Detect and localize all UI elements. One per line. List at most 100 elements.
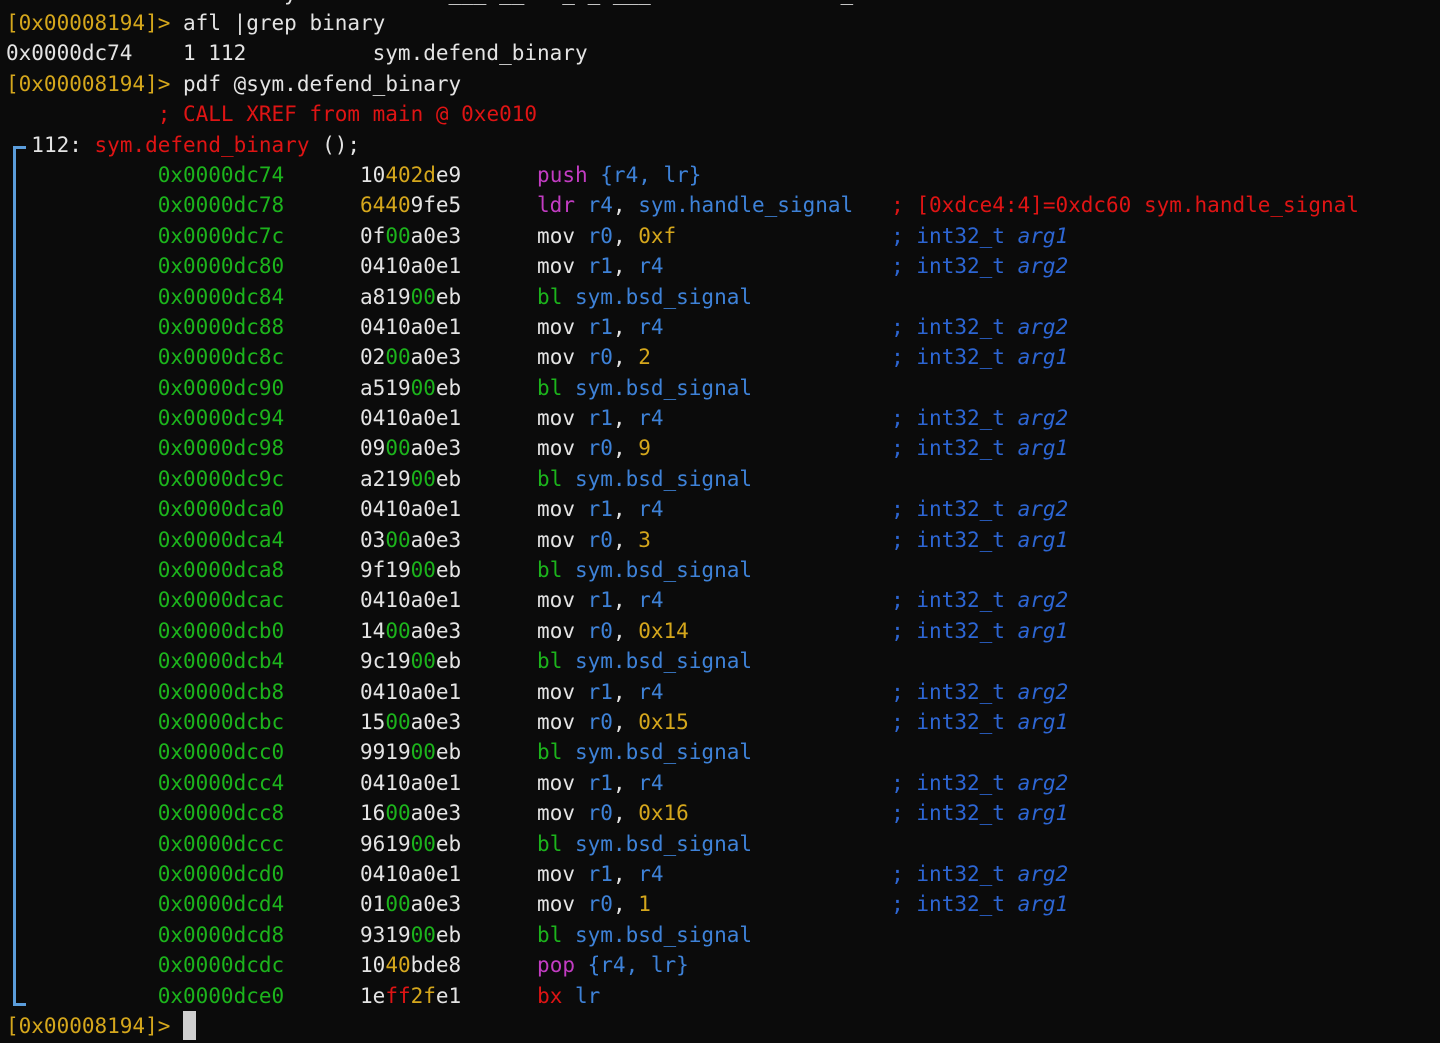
comment-arg: arg1	[1018, 619, 1069, 643]
register: r4	[638, 497, 663, 521]
pointer-comment: ; [0xdce4:4]=0xdc60 sym.handle_signal	[891, 193, 1359, 217]
command: afl |grep binary	[183, 11, 385, 35]
disasm-row: 0x0000dc78 64409fe5 ldr r4, sym.handle_s…	[6, 190, 1440, 220]
comment: ; int32_t	[891, 771, 1005, 795]
address: 0x0000dcb8	[158, 680, 284, 704]
opcode-bytes: 14	[360, 619, 385, 643]
comment: ; int32_t	[891, 436, 1005, 460]
disasm-row: 0x0000dc94 0410a0e1 mov r1, r4 ; int32_t…	[6, 403, 1440, 433]
address: 0x0000dcd4	[158, 892, 284, 916]
clipped-previous-line: y ___ __ _ _ ___ _	[6, 0, 1440, 8]
punct: ,	[613, 588, 626, 612]
mnemonic: mov	[537, 588, 575, 612]
comment: ; int32_t	[891, 315, 1005, 339]
opcode-bytes: 00	[411, 649, 436, 673]
register: r0	[588, 892, 613, 916]
address: 0x0000dcd0	[158, 862, 284, 886]
address: 0x0000dc94	[158, 406, 284, 430]
opcode-bytes: 00	[385, 436, 410, 460]
opcode-bytes: 00	[385, 224, 410, 248]
cursor[interactable]	[183, 1011, 196, 1040]
mnemonic: bx	[537, 984, 562, 1008]
address: 0x0000dc80	[158, 254, 284, 278]
address: 0x0000dcbc	[158, 710, 284, 734]
prompt-line: [0x00008194]>	[6, 1011, 1440, 1041]
opcode-bytes: 03	[360, 528, 385, 552]
opcode-bytes: eb	[436, 558, 461, 582]
opcode-bytes: 0f	[360, 224, 385, 248]
mnemonic: mov	[537, 619, 575, 643]
disasm-row: 0x0000dc74 10402de9 push {r4, lr}	[6, 160, 1440, 190]
opcode-bytes: 0410a0e1	[360, 406, 461, 430]
comment-arg: arg2	[1018, 315, 1069, 339]
register: r0	[588, 528, 613, 552]
comment-arg: arg1	[1018, 345, 1069, 369]
address: 0x0000dcb4	[158, 649, 284, 673]
mnemonic: mov	[537, 497, 575, 521]
opcode-bytes: 00	[411, 467, 436, 491]
comment-arg: arg2	[1018, 771, 1069, 795]
mnemonic: mov	[537, 680, 575, 704]
opcode-bytes: 00	[385, 619, 410, 643]
register: r4	[638, 862, 663, 886]
opcode-bytes: 00	[411, 558, 436, 582]
punct: ,	[613, 497, 626, 521]
punct: ,	[613, 710, 626, 734]
opcode-bytes: eb	[436, 467, 461, 491]
mnemonic: mov	[537, 710, 575, 734]
register: r0	[588, 710, 613, 734]
opcode-bytes: a0e3	[411, 436, 462, 460]
opcode-bytes: 9919	[360, 740, 411, 764]
immediate: 9	[638, 436, 651, 460]
opcode-bytes: a219	[360, 467, 411, 491]
mnemonic: pop	[537, 953, 575, 977]
mnemonic: mov	[537, 862, 575, 886]
terminal[interactable]: y ___ __ _ _ ___ _ [0x00008194]> afl |gre…	[0, 0, 1440, 1043]
disasm-row: 0x0000dcb0 1400a0e3 mov r0, 0x14 ; int32…	[6, 616, 1440, 646]
comment-arg: arg2	[1018, 497, 1069, 521]
opcode-bytes: 00	[385, 710, 410, 734]
function-bracket	[13, 146, 26, 1006]
address: 0x0000dc78	[158, 193, 284, 217]
comment-arg: arg2	[1018, 406, 1069, 430]
disasm-row: 0x0000dc98 0900a0e3 mov r0, 9 ; int32_t …	[6, 433, 1440, 463]
mnemonic: mov	[537, 528, 575, 552]
xref-comment: ; CALL XREF from main @ 0xe010	[158, 102, 537, 126]
disasm-row: 0x0000dc7c 0f00a0e3 mov r0, 0xf ; int32_…	[6, 221, 1440, 251]
comment: ; int32_t	[891, 619, 1005, 643]
comment: ; int32_t	[891, 345, 1005, 369]
mnemonic: mov	[537, 254, 575, 278]
clipped-text: y ___ __ _ _ ___ _	[6, 0, 853, 5]
address: 0x0000dc8c	[158, 345, 284, 369]
afl-result: 0x0000dc74 1 112 sym.defend_binary	[6, 41, 588, 65]
mnemonic: bl	[537, 558, 562, 582]
opcode-bytes: 9c19	[360, 649, 411, 673]
call-target: sym.bsd_signal	[575, 285, 752, 309]
immediate: 0x16	[638, 801, 689, 825]
opcode-bytes: 10	[360, 163, 385, 187]
disasm-row: 0x0000dc80 0410a0e1 mov r1, r4 ; int32_t…	[6, 251, 1440, 281]
mnemonic: bl	[537, 285, 562, 309]
mnemonic: bl	[537, 832, 562, 856]
address: 0x0000dca0	[158, 497, 284, 521]
opcode-bytes: 00	[411, 285, 436, 309]
opcode-bytes: a0e3	[411, 345, 462, 369]
address: 0x0000dcd8	[158, 923, 284, 947]
punct: ,	[613, 254, 626, 278]
comment-arg: arg1	[1018, 710, 1069, 734]
disasm-row: 0x0000dcd8 931900eb bl sym.bsd_signal	[6, 920, 1440, 950]
opcode-bytes: 0410a0e1	[360, 254, 461, 278]
disasm-row: 0x0000dc8c 0200a0e3 mov r0, 2 ; int32_t …	[6, 342, 1440, 372]
opcode-bytes: bde8	[411, 953, 462, 977]
comment: ; int32_t	[891, 528, 1005, 552]
opcode-bytes: ff	[385, 984, 410, 1008]
register: r1	[588, 862, 613, 886]
register: r1	[588, 254, 613, 278]
opcode-bytes: e9	[436, 163, 461, 187]
address: 0x0000dc88	[158, 315, 284, 339]
address: 0x0000dcc0	[158, 740, 284, 764]
mnemonic: bl	[537, 467, 562, 491]
opcode-bytes: a0e3	[411, 801, 462, 825]
register-list: {r4, lr}	[600, 163, 701, 187]
function-size: 112:	[31, 133, 82, 157]
